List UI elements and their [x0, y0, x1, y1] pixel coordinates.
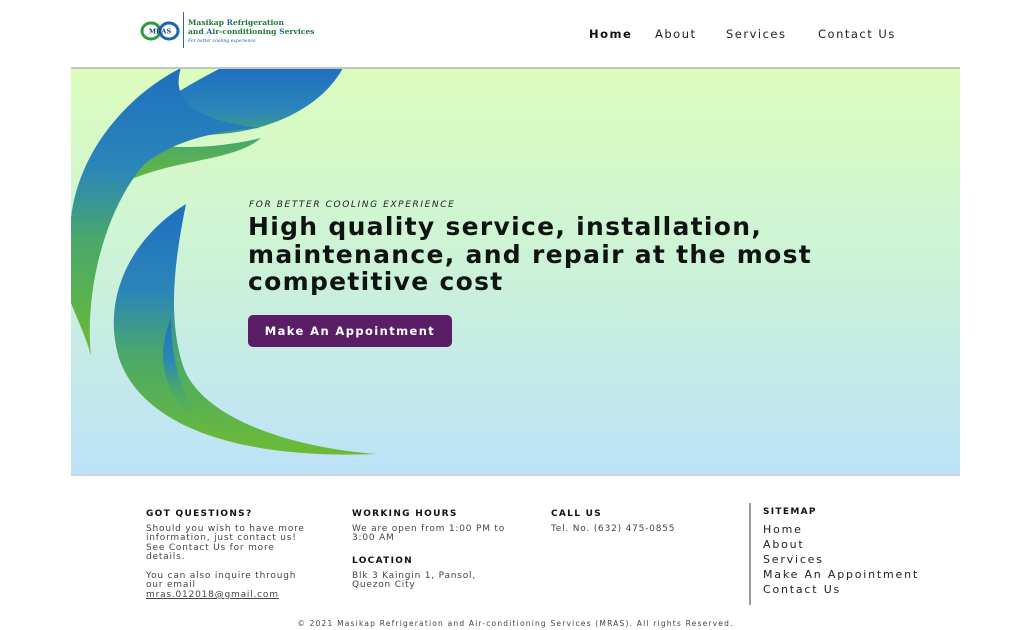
- hero-top-border: [71, 67, 960, 69]
- sitemap-link-contact-us[interactable]: Contact Us: [763, 583, 841, 596]
- brand-name-part: Masikap: [188, 18, 227, 27]
- sitemap-heading: SITEMAP: [763, 507, 817, 517]
- make-appointment-button[interactable]: Make An Appointment: [248, 315, 452, 347]
- infinity-logo-icon: MRAS: [140, 21, 180, 41]
- email-link[interactable]: mras.012018@gmail.com: [146, 590, 279, 600]
- text-line: 3:00 AM: [352, 533, 395, 544]
- location-text: Blk 3 Kaingin 1, Pansol, Quezon City: [352, 571, 522, 591]
- location-heading: LOCATION: [352, 556, 414, 566]
- hero-tagline: FOR BETTER COOLING EXPERIENCE: [249, 200, 456, 210]
- sitemap-link-about[interactable]: About: [763, 538, 805, 551]
- sitemap-link-services[interactable]: Services: [763, 553, 824, 566]
- phone-number[interactable]: Tel. No. (632) 475-0855: [551, 524, 721, 534]
- nav-services[interactable]: Services: [726, 27, 787, 41]
- brand-name-part: efrigeration: [232, 18, 284, 27]
- sitemap-divider: [749, 503, 751, 605]
- nav-contact-us[interactable]: Contact Us: [818, 27, 896, 41]
- site-footer: GOT QUESTIONS? Should you wish to have m…: [71, 476, 960, 630]
- inquire-text: You can also inquire through our email m…: [146, 571, 316, 600]
- brand-name-part: ir-conditioning: [212, 27, 280, 36]
- hero-headline-line: maintenance, and repair at the most: [248, 239, 813, 269]
- text-line: Quezon City: [352, 580, 416, 591]
- brand-tagline: For better cooling experience: [188, 39, 256, 44]
- brand-logo[interactable]: MRAS Masikap Refrigeration and Air-condi…: [140, 12, 315, 48]
- hero-section: FOR BETTER COOLING EXPERIENCE High quali…: [71, 68, 960, 475]
- sitemap-link-home[interactable]: Home: [763, 523, 803, 536]
- hero-headline: High quality service, installation, main…: [248, 213, 848, 296]
- hero-headline-line: competitive cost: [248, 267, 504, 296]
- brand-name-part: ervices: [284, 27, 315, 36]
- logo-divider: [183, 12, 184, 48]
- questions-heading: GOT QUESTIONS?: [146, 509, 253, 519]
- questions-text: Should you wish to have more information…: [146, 524, 316, 563]
- copyright-text: © 2021 Masikap Refrigeration and Air-con…: [297, 619, 734, 628]
- site-header: MRAS Masikap Refrigeration and Air-condi…: [0, 0, 1031, 68]
- hero-headline-line: High quality service, installation,: [248, 212, 763, 241]
- brand-name: Masikap Refrigeration and Air-conditioni…: [188, 18, 314, 36]
- sitemap-link-appointment[interactable]: Make An Appointment: [763, 568, 919, 581]
- working-hours-text: We are open from 1:00 PM to 3:00 AM: [352, 524, 522, 544]
- nav-home[interactable]: Home: [589, 27, 632, 41]
- call-us-heading: CALL US: [551, 509, 603, 519]
- logo-mark-text: MRAS: [149, 28, 172, 36]
- nav-about[interactable]: About: [655, 27, 697, 41]
- text-line: details.: [146, 552, 186, 563]
- working-hours-heading: WORKING HOURS: [352, 509, 458, 519]
- brand-name-part: and: [188, 27, 207, 36]
